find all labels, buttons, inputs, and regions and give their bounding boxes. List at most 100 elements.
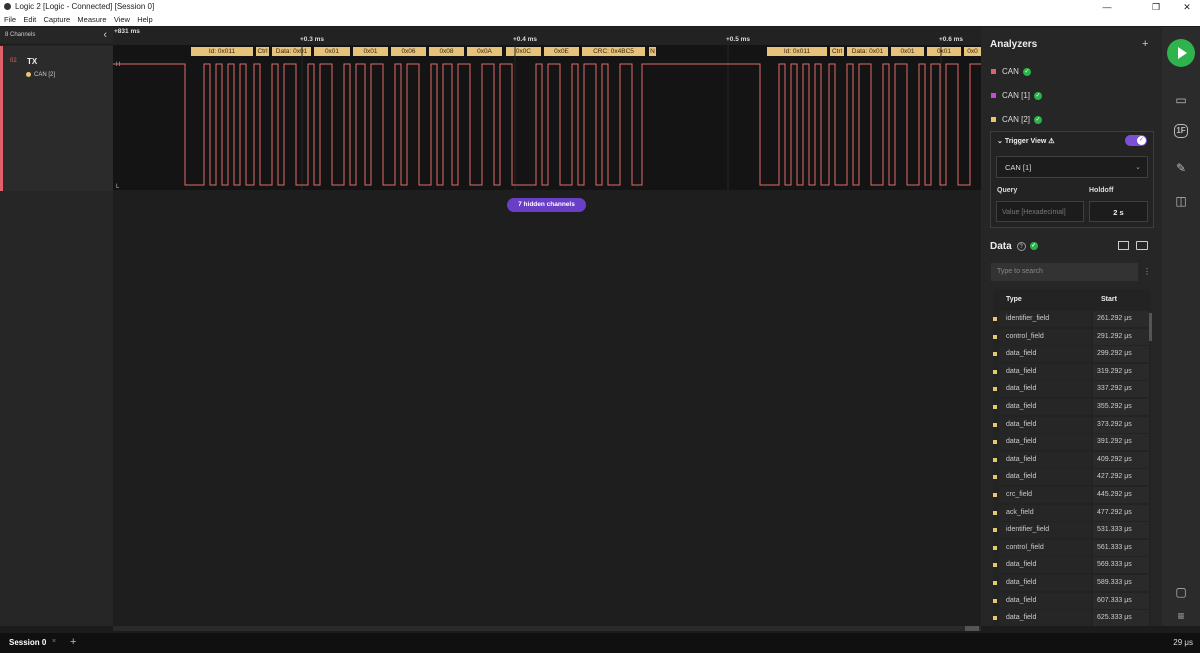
table-row[interactable]: data_field 319.292 μs: [993, 363, 1151, 381]
cell-start: 531.333 μs: [1093, 522, 1149, 539]
holdoff-label: Holdoff: [1089, 187, 1114, 194]
menu-help[interactable]: Help: [137, 14, 152, 26]
query-label: Query: [997, 187, 1018, 194]
table-row[interactable]: data_field 427.292 μs: [993, 469, 1151, 486]
scrollbar-thumb[interactable]: [965, 626, 979, 631]
cell-type: data_field: [999, 557, 1091, 574]
table-row[interactable]: data_field 625.333 μs: [993, 610, 1151, 626]
hidden-channels-button[interactable]: 7 hidden channels: [507, 198, 586, 212]
row-marker-icon: [993, 598, 997, 603]
chevron-down-icon: ⌄: [1135, 164, 1141, 171]
row-marker-icon: [993, 317, 997, 321]
table-view-icon[interactable]: [1118, 241, 1129, 250]
menu-capture[interactable]: Capture: [44, 14, 71, 26]
menu-file[interactable]: File: [4, 14, 16, 26]
add-analyzer-button[interactable]: +: [1142, 38, 1148, 50]
check-icon: ✓: [1137, 136, 1146, 145]
cell-type: data_field: [999, 381, 1091, 398]
menu-icon[interactable]: ≡: [1172, 607, 1190, 625]
extensions-icon[interactable]: ◫: [1172, 192, 1190, 210]
cell-type: crc_field: [999, 487, 1091, 503]
cell-start: 589.333 μs: [1093, 575, 1149, 591]
trigger-view-toggle[interactable]: ✓: [1125, 135, 1147, 146]
trigger-analyzer-select[interactable]: CAN [1] ⌄: [996, 156, 1148, 178]
analyzer-label: CAN [1]: [1002, 91, 1031, 100]
table-row[interactable]: data_field 373.292 μs: [993, 416, 1151, 434]
cell-start: 319.292 μs: [1093, 363, 1149, 380]
channel-analyzer-tag[interactable]: CAN [2]: [26, 72, 55, 78]
more-options-icon[interactable]: ⋮: [1143, 267, 1151, 276]
channel-row-tx[interactable]: 02 TX CAN [2]: [0, 46, 113, 191]
start-capture-button[interactable]: [1167, 39, 1195, 67]
analyzer-label: CAN: [1002, 67, 1019, 76]
trigger-view-title[interactable]: ⌄ Trigger View ⚠: [997, 137, 1055, 145]
search-input[interactable]: Type to search: [991, 263, 1138, 281]
query-input[interactable]: Value [Hexadecimal]: [996, 201, 1084, 222]
time-axis[interactable]: +831 ms +0.3 ms +0.4 ms +0.5 ms +0.6 ms: [113, 27, 981, 45]
terminal-view-icon[interactable]: [1136, 241, 1148, 250]
cell-type: ack_field: [999, 504, 1091, 521]
row-marker-icon: [993, 616, 997, 621]
channel-name[interactable]: TX: [27, 57, 37, 66]
row-marker-icon: [993, 334, 997, 339]
table-row[interactable]: data_field 569.333 μs: [993, 557, 1151, 574]
table-row[interactable]: control_field 291.292 μs: [993, 328, 1151, 346]
row-marker-icon: [993, 581, 997, 585]
table-row[interactable]: control_field 561.333 μs: [993, 539, 1151, 557]
add-session-button[interactable]: +: [70, 636, 76, 648]
measurements-icon[interactable]: ✎: [1172, 159, 1190, 177]
cell-start: 569.333 μs: [1093, 557, 1149, 574]
feedback-icon[interactable]: ▢: [1172, 583, 1190, 601]
holdoff-input[interactable]: 2 s: [1089, 201, 1148, 222]
restore-button[interactable]: ❐: [1146, 1, 1166, 13]
analyzer-item[interactable]: CAN [1] ✓: [991, 91, 1043, 100]
analyzer-color-icon: [991, 93, 996, 99]
vertical-scrollbar[interactable]: [1149, 313, 1152, 341]
session-tab[interactable]: Session 0: [9, 638, 46, 647]
horizontal-scrollbar[interactable]: [113, 626, 981, 631]
channels-panel: 8 Channels ‹ 02 TX CAN [2]: [0, 27, 113, 626]
minimize-button[interactable]: —: [1097, 1, 1117, 13]
analyzer-label: CAN [2]: [1002, 115, 1031, 124]
row-marker-icon: [993, 387, 997, 392]
check-icon: ✓: [1029, 242, 1038, 251]
table-row[interactable]: data_field 589.333 μs: [993, 575, 1151, 592]
table-row[interactable]: data_field 607.333 μs: [993, 592, 1151, 610]
table-row[interactable]: data_field 355.292 μs: [993, 399, 1151, 416]
cell-start: 409.292 μs: [1093, 451, 1149, 468]
cell-start: 299.292 μs: [1093, 346, 1149, 363]
table-row[interactable]: data_field 391.292 μs: [993, 434, 1151, 451]
channels-header: 8 Channels ‹: [0, 27, 113, 45]
column-header-type[interactable]: Type: [1006, 289, 1022, 311]
close-button[interactable]: ✕: [1177, 1, 1197, 13]
analyzers-icon[interactable]: 1F: [1174, 124, 1188, 138]
menu-edit[interactable]: Edit: [23, 14, 36, 26]
waveform-area[interactable]: Id: 0x011 Ctrl Data: 0x01 0x01 0x01 0x06…: [113, 45, 981, 190]
cell-type: data_field: [999, 416, 1091, 433]
analyzer-item[interactable]: CAN [2] ✓: [991, 115, 1043, 124]
analyzer-dot-icon: [26, 72, 31, 77]
menu-view[interactable]: View: [114, 14, 130, 26]
timeline-view[interactable]: +831 ms +0.3 ms +0.4 ms +0.5 ms +0.6 ms …: [113, 27, 981, 631]
help-icon[interactable]: ?: [1016, 241, 1026, 251]
collapse-icon[interactable]: ‹: [103, 29, 107, 41]
table-row[interactable]: data_field 409.292 μs: [993, 451, 1151, 469]
cell-type: data_field: [999, 434, 1091, 451]
analyzer-item[interactable]: CAN ✓: [991, 67, 1031, 76]
analyzer-color-icon: [991, 117, 996, 123]
table-row[interactable]: identifier_field 531.333 μs: [993, 522, 1151, 539]
table-row[interactable]: crc_field 445.292 μs: [993, 487, 1151, 504]
title-bar: Logic 2 [Logic - Connected] [Session 0] …: [0, 0, 1200, 14]
close-session-icon[interactable]: ×: [52, 638, 56, 645]
table-row[interactable]: data_field 299.292 μs: [993, 346, 1151, 363]
tick-label: +0.5 ms: [726, 36, 751, 43]
device-settings-icon[interactable]: ▭: [1172, 91, 1190, 109]
tick-label: +0.3 ms: [300, 36, 325, 43]
table-row[interactable]: identifier_field 261.292 μs: [993, 311, 1151, 328]
table-row[interactable]: ack_field 477.292 μs: [993, 504, 1151, 522]
menu-measure[interactable]: Measure: [77, 14, 106, 26]
column-header-start[interactable]: Start: [1101, 289, 1117, 311]
icon-rail: ▭ 1F ✎ ◫ ▢ ≡: [1162, 27, 1200, 626]
waveform-trace: H L: [113, 45, 981, 190]
table-row[interactable]: data_field 337.292 μs: [993, 381, 1151, 398]
